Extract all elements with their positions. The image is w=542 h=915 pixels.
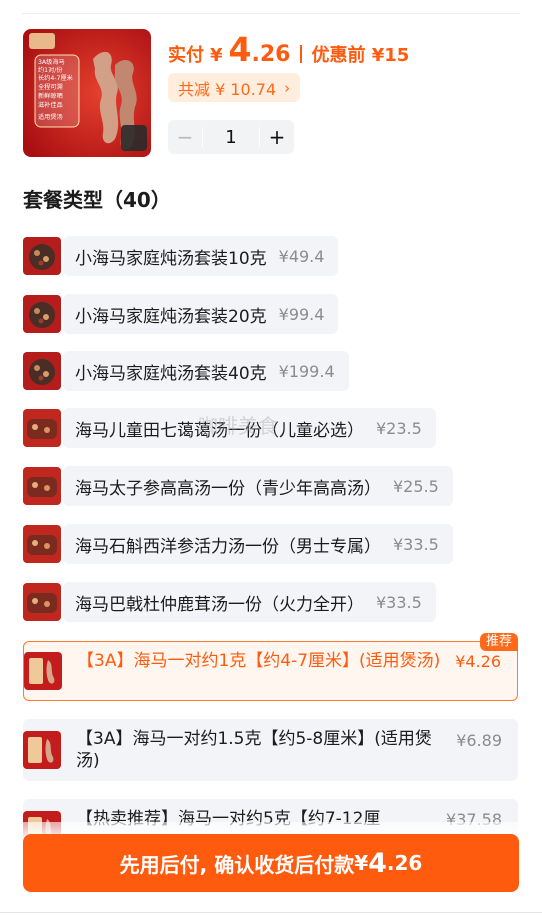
variant-price: ¥49.4	[278, 246, 325, 266]
svg-text:适用煲汤: 适用煲汤	[38, 113, 63, 121]
variant-name: 小海马家庭炖汤套装40克	[75, 363, 267, 384]
cta-currency: ¥	[354, 851, 369, 875]
variant-name: 【3A】海马一对约1.5克【约5-8厘米】(适用煲汤)	[76, 729, 432, 771]
top-divider	[22, 13, 520, 14]
quantity-stepper[interactable]: − 1 +	[168, 120, 294, 154]
variant-option[interactable]: 海马巴戟杜仲鹿茸汤一份（火力全开） ¥33.5	[23, 582, 436, 622]
variant-name: 【3A】海马一对约1克【约4-7厘米】(适用煲汤)	[77, 651, 441, 671]
cta-text: 先用后付, 确认收货后付款	[119, 852, 355, 877]
cta-price-integer: 4	[368, 847, 387, 879]
pay-later-button[interactable]: 先用后付, 确认收货后付款 ¥ 4 .26	[23, 834, 519, 892]
chevron-right-icon: ›	[284, 78, 291, 97]
variant-price: ¥25.5	[393, 476, 439, 496]
variant-option[interactable]: 海马儿童田七蔼蔼汤一份（儿童必选） ¥23.5	[23, 408, 436, 448]
variant-thumbnail	[23, 525, 61, 563]
variant-name: 海马儿童田七蔼蔼汤一份（儿童必选）	[75, 420, 364, 441]
plus-icon[interactable]: +	[260, 125, 294, 149]
variant-name: 海马太子参高高汤一份（青少年高高汤）	[75, 478, 381, 499]
svg-text:全程可溯: 全程可溯	[38, 83, 63, 91]
variant-thumbnail	[24, 652, 62, 690]
quantity-value[interactable]: 1	[203, 127, 259, 148]
svg-text:约1对/份: 约1对/份	[38, 66, 63, 74]
variant-price: ¥23.5	[376, 418, 422, 438]
bottom-divider	[0, 912, 542, 913]
price-integer: 4	[228, 30, 252, 69]
variant-thumbnail	[23, 352, 61, 390]
price-currency: ¥	[210, 45, 223, 66]
variant-option[interactable]: 小海马家庭炖汤套装40克 ¥199.4	[23, 351, 349, 391]
variant-price: ¥6.89	[456, 731, 502, 750]
svg-text:新鲜晾晒: 新鲜晾晒	[38, 92, 63, 100]
variant-option-selected[interactable]: 【3A】海马一对约1克【约4-7厘米】(适用煲汤) ¥4.26 推荐	[23, 633, 518, 701]
variant-thumbnail	[23, 295, 61, 333]
section-title: 套餐类型（40）	[23, 188, 171, 212]
svg-text:滋补佳品: 滋补佳品	[38, 101, 63, 109]
product-image[interactable]: 3A级海马 约1对/份 长约4-7厘米 全程可溯 新鲜晾晒 滋补佳品 适用煲汤	[23, 29, 151, 157]
variant-option[interactable]: 【3A】海马一对约1.5克【约5-8厘米】(适用煲汤) ¥6.89	[23, 719, 518, 781]
variant-option[interactable]: 海马石斛西洋参活力汤一份（男士专属） ¥33.5	[23, 524, 453, 564]
price-before-discount: 优惠前 ¥15	[311, 45, 410, 66]
variant-name: 海马巴戟杜仲鹿茸汤一份（火力全开）	[75, 594, 364, 615]
discount-detail-button[interactable]: 共减 ¥ 10.74 ›	[168, 73, 301, 102]
variant-price: ¥33.5	[393, 534, 439, 554]
variant-thumbnail	[23, 467, 61, 505]
minus-icon[interactable]: −	[168, 125, 202, 149]
price-separator	[300, 45, 303, 63]
variant-price: ¥4.26	[455, 652, 501, 671]
variant-name: 小海马家庭炖汤套装10克	[75, 248, 267, 269]
price-label: 实付	[168, 45, 204, 66]
variant-option[interactable]: 小海马家庭炖汤套装10克 ¥49.4	[23, 236, 339, 276]
price-line: 实付 ¥ 4 .26 优惠前 ¥15	[168, 30, 409, 70]
variant-thumbnail	[23, 731, 61, 769]
variant-option[interactable]: 海马太子参高高汤一份（青少年高高汤） ¥25.5	[23, 466, 453, 506]
variant-price: ¥33.5	[376, 592, 422, 612]
cta-price-decimal: .26	[386, 851, 423, 875]
variant-option[interactable]: 小海马家庭炖汤套装20克 ¥99.4	[23, 294, 339, 334]
variant-thumbnail	[23, 237, 61, 275]
svg-text:3A级海马: 3A级海马	[38, 58, 65, 66]
recommended-badge: 推荐	[479, 633, 518, 651]
svg-text:长约4-7厘米: 长约4-7厘米	[38, 74, 73, 82]
variant-name: 海马石斛西洋参活力汤一份（男士专属）	[75, 536, 381, 557]
variant-thumbnail	[23, 583, 61, 621]
variant-name: 小海马家庭炖汤套装20克	[75, 306, 267, 327]
variant-price: ¥99.4	[278, 304, 325, 324]
variant-thumbnail	[23, 409, 61, 447]
discount-text: 共减 ¥ 10.74	[178, 79, 277, 99]
price-decimal: .26	[251, 42, 291, 67]
variant-price: ¥199.4	[278, 361, 335, 381]
